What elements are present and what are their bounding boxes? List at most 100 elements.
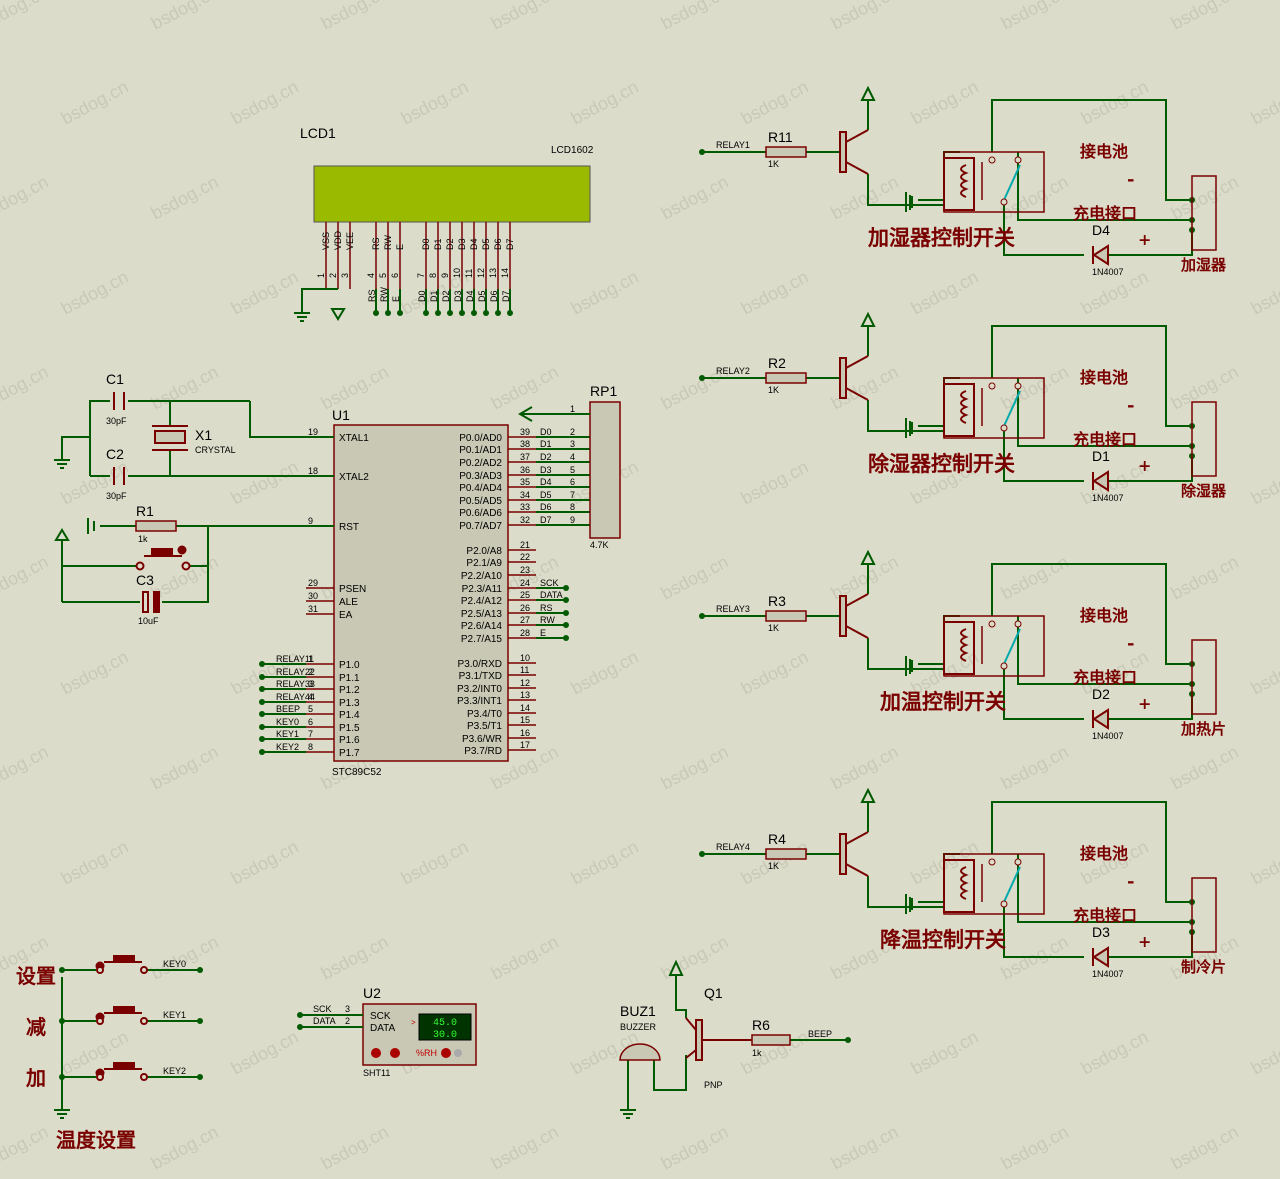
watermark-text: bsdog.cn: [0, 172, 52, 224]
button-contact: [96, 1073, 104, 1081]
mcu-pin-name: P3.4/T0: [467, 709, 502, 720]
resistor-value: 1K: [768, 861, 779, 871]
relay-coil-icon: [960, 866, 969, 900]
p2-net-dot: [563, 635, 569, 641]
relay-title: 加湿器控制开关: [867, 225, 1015, 250]
mcu-pin-name: P2.0/A8: [466, 546, 502, 557]
lcd-pin-name: D7: [505, 238, 515, 250]
resistor-ref: R11: [768, 129, 793, 145]
lcd-net-label: D0: [417, 290, 427, 302]
watermark-text: bsdog.cn: [318, 932, 392, 984]
transistor-base: [839, 131, 847, 173]
resistor-ref: R4: [768, 831, 786, 847]
mcu-p1-dot: [259, 674, 265, 680]
key-button-0[interactable]: [95, 955, 148, 974]
watermark-text: bsdog.cn: [828, 742, 902, 794]
mcu-pin-num: 16: [520, 728, 530, 738]
lcd-pin-name: D1: [433, 238, 443, 250]
lcd-pin-num: 8: [428, 273, 438, 278]
relay-net-label: RELAY2: [716, 366, 750, 376]
lcd-net-dot: [507, 310, 513, 316]
mcu-ref: U1: [332, 407, 350, 423]
r1-ref: R1: [136, 503, 154, 519]
watermark-text: bsdog.cn: [1248, 267, 1280, 319]
mcu-pin-num: 21: [520, 540, 530, 550]
sensor-mode-button[interactable]: [441, 1048, 451, 1058]
q1-ref: Q1: [704, 985, 723, 1001]
mcu-pin-name: RST: [339, 522, 359, 533]
sensor-down-button[interactable]: [371, 1048, 381, 1058]
mcu-p1-dot: [259, 736, 265, 742]
button-cap: [113, 1006, 135, 1014]
watermark-text: bsdog.cn: [658, 1122, 732, 1174]
battery-label: 接电池: [1080, 606, 1128, 625]
p2-net-label: DATA: [540, 590, 563, 600]
relay-contact: [1000, 198, 1008, 206]
key-button-1[interactable]: [95, 1006, 148, 1025]
watermark-text: bsdog.cn: [1168, 1122, 1242, 1174]
mcu-pin-name: P1.1: [339, 673, 360, 684]
r6-value: 1k: [752, 1048, 762, 1058]
watermark-text: bsdog.cn: [1078, 77, 1152, 129]
watermark-text: bsdog.cn: [738, 457, 812, 509]
mcu-pin-num: 13: [520, 690, 530, 700]
rp1-pin-num: 2: [570, 427, 575, 437]
mcu-p1-dot: [259, 711, 265, 717]
watermark-text: bsdog.cn: [0, 552, 52, 604]
p0-net-label: D6: [540, 502, 552, 512]
r6-ref: R6: [752, 1017, 770, 1033]
charge-label: 充电接口: [1073, 204, 1137, 223]
mcu-pin-name: P2.5/A13: [461, 609, 503, 620]
watermark-text: bsdog.cn: [738, 77, 812, 129]
p0-net-label: D4: [540, 477, 552, 487]
x1-value: CRYSTAL: [195, 445, 236, 455]
lcd-pin-name: RW: [383, 235, 393, 250]
key-button-2[interactable]: [95, 1062, 148, 1081]
watermark-text: bsdog.cn: [148, 742, 222, 794]
lcd-pin-name: D2: [445, 238, 455, 250]
mcu-pin-name: XTAL2: [339, 472, 369, 483]
watermark-text: bsdog.cn: [148, 172, 222, 224]
key-net-label: KEY1: [163, 1010, 186, 1020]
mcu-pin-num: 15: [520, 715, 530, 725]
mcu-pin-name: P3.1/TXD: [459, 671, 502, 682]
minus-label: -: [1127, 871, 1134, 892]
transistor-emitter: [845, 863, 869, 877]
charge-label: 充电接口: [1073, 906, 1137, 925]
pnp-transistor: [685, 1017, 752, 1061]
buzzer-circuit: BUZ1 BUZZER Q1 PNP R6 1k BEEP: [619, 959, 851, 1119]
relay-input-dot: [699, 149, 705, 155]
plus-label: +: [1138, 230, 1151, 249]
rp1-body: [589, 401, 621, 539]
watermark-text: bsdog.cn: [228, 1027, 302, 1079]
charge-label: 充电接口: [1073, 668, 1137, 687]
lcd-net-dot: [385, 310, 391, 316]
sensor-up-button[interactable]: [390, 1048, 400, 1058]
relay-contact: [1014, 858, 1022, 866]
mcu-pin-name: P2.4/A12: [461, 596, 503, 607]
mcu-p1-net: RELAY44: [276, 692, 315, 702]
battery-label: 接电池: [1080, 142, 1128, 161]
mcu-pin-name: P3.2/INT0: [457, 684, 502, 695]
lcd-pin-name: VEE: [345, 232, 355, 250]
key-net-dot: [197, 1018, 203, 1024]
load-connector: [1191, 401, 1217, 477]
relay-contact: [988, 156, 996, 164]
vcc-arrow-icon: [860, 311, 876, 327]
mcu-pin-name: P3.7/RD: [464, 746, 502, 757]
lcd-pin-num: 7: [416, 273, 426, 278]
plus-label: +: [1138, 456, 1151, 475]
relay-contact: [1014, 156, 1022, 164]
watermark-text: bsdog.cn: [318, 1122, 392, 1174]
sensor-unit: %RH: [416, 1048, 437, 1058]
diode-ref: D1: [1092, 448, 1110, 464]
mcu-pin-num: 24: [520, 578, 530, 588]
x1-ref: X1: [195, 427, 212, 443]
transistor-base: [839, 833, 847, 875]
lcd-net-dot: [495, 310, 501, 316]
watermark-text: bsdog.cn: [1248, 1027, 1280, 1079]
lcd-net-dot: [483, 310, 489, 316]
reset-button[interactable]: [135, 545, 191, 571]
watermark-text: bsdog.cn: [0, 1122, 52, 1174]
sensor-sck-label: SCK: [370, 1011, 391, 1022]
